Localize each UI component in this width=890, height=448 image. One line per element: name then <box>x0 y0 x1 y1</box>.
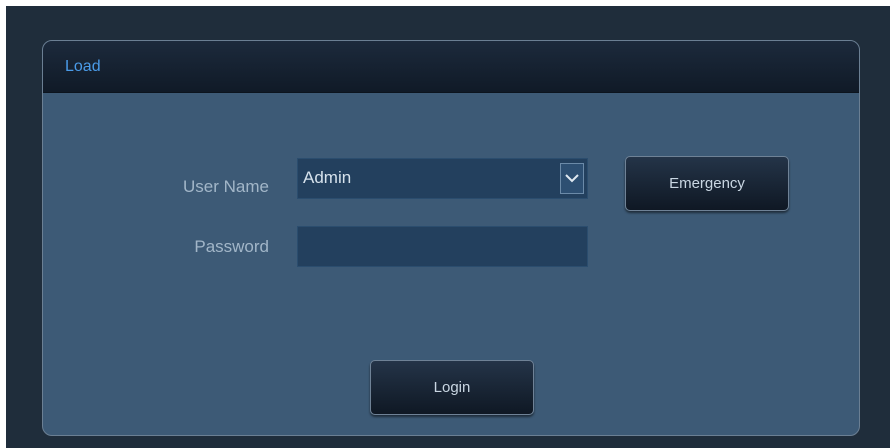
window-frame: Load User Name Admin Password Emergency … <box>0 0 890 448</box>
username-dropdown-button[interactable] <box>560 163 584 194</box>
dialog-titlebar: Load <box>43 41 859 93</box>
dialog-title: Load <box>65 58 101 75</box>
password-label: Password <box>194 237 269 256</box>
screen-background: Load User Name Admin Password Emergency … <box>6 6 890 448</box>
username-label: User Name <box>183 177 269 196</box>
login-button[interactable]: Login <box>370 360 534 415</box>
emergency-button[interactable]: Emergency <box>625 156 789 211</box>
password-field[interactable] <box>297 226 588 267</box>
chevron-down-icon <box>565 174 579 183</box>
username-select[interactable]: Admin <box>297 158 588 199</box>
username-select-value: Admin <box>303 168 352 187</box>
load-dialog: Load User Name Admin Password Emergency … <box>42 40 860 436</box>
